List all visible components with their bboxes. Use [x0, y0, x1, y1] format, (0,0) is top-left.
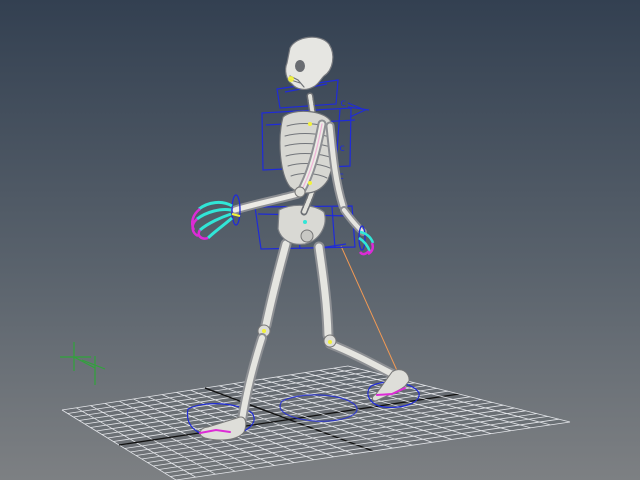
axis-gizmo-icon — [60, 342, 106, 385]
ground-plane — [62, 366, 570, 480]
scene-canvas[interactable]: c c c — [0, 0, 640, 480]
3d-viewport[interactable]: c c c — [0, 0, 640, 480]
glyph-c-1: c — [340, 98, 346, 109]
glyph-c-2: c — [339, 143, 345, 154]
ground-grid — [61, 365, 571, 480]
